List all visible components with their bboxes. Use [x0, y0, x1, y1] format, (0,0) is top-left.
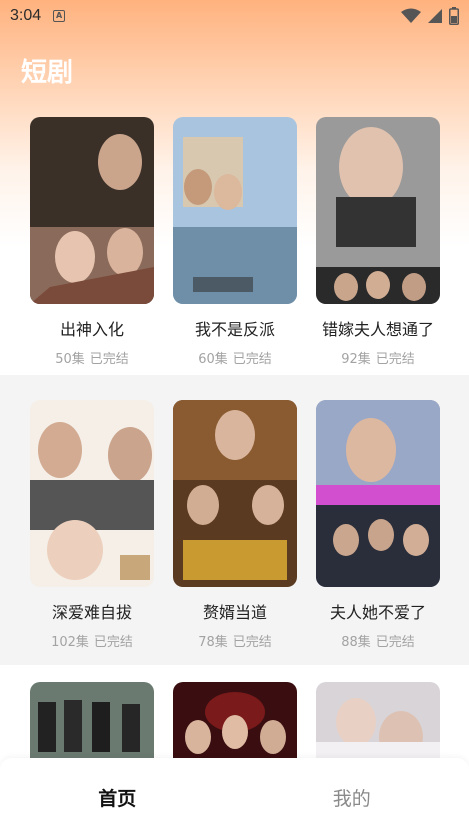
wifi-icon [401, 8, 421, 23]
drama-poster[interactable] [316, 400, 440, 587]
drama-card[interactable]: 错嫁夫人想通了 92集 已完结 [316, 117, 440, 367]
drama-meta: 88集 已完结 [316, 631, 440, 650]
battery-icon [449, 7, 459, 25]
drama-title: 我不是反派 [194, 320, 275, 339]
nav-tab-home[interactable]: 首页 [0, 758, 235, 833]
drama-poster[interactable] [173, 400, 297, 587]
completion-status: 已完结 [93, 635, 133, 650]
episode-count: 60集 [198, 352, 228, 367]
completion-status: 已完结 [375, 635, 415, 650]
episode-count: 78集 [198, 635, 228, 650]
drama-meta: 92集 已完结 [316, 348, 440, 367]
nav-tab-mine[interactable]: 我的 [235, 758, 469, 833]
drama-row-2: 深爱难自拔 102集 已完结 赘婿当道 78集 已完结 夫人她不爱了 88集 已… [0, 375, 469, 665]
drama-card[interactable]: 深爱难自拔 102集 已完结 [30, 400, 154, 650]
drama-poster[interactable] [173, 117, 297, 304]
completion-status: 已完结 [375, 352, 415, 367]
notification-a-icon: A [53, 10, 66, 22]
episode-count: 50集 [55, 352, 85, 367]
drama-card[interactable]: 出神入化 50集 已完结 [30, 117, 154, 367]
completion-status: 已完结 [232, 352, 272, 367]
drama-title: 夫人她不爱了 [329, 603, 426, 622]
drama-card[interactable]: 我不是反派 60集 已完结 [173, 117, 297, 367]
episode-count: 102集 [51, 635, 89, 650]
drama-poster[interactable] [30, 117, 154, 304]
completion-status: 已完结 [232, 635, 272, 650]
drama-title: 出神入化 [59, 320, 124, 339]
drama-row-1: 出神入化 50集 已完结 我不是反派 60集 已完结 错嫁夫人想通了 92集 已… [0, 100, 469, 375]
episode-count: 88集 [341, 635, 371, 650]
drama-card[interactable]: 赘婿当道 78集 已完结 [173, 400, 297, 650]
drama-title: 深爱难自拔 [51, 603, 132, 622]
drama-poster[interactable] [30, 400, 154, 587]
episode-count: 92集 [341, 352, 371, 367]
status-icons [401, 7, 459, 25]
drama-meta: 102集 已完结 [30, 631, 154, 650]
drama-meta: 50集 已完结 [30, 348, 154, 367]
drama-title: 错嫁夫人想通了 [321, 320, 434, 339]
completion-status: 已完结 [89, 352, 129, 367]
drama-meta: 78集 已完结 [173, 631, 297, 650]
drama-card[interactable]: 夫人她不爱了 88集 已完结 [316, 400, 440, 650]
status-time: 3:04 [10, 7, 42, 24]
status-bar: 3:04 A [0, 0, 469, 32]
drama-poster[interactable] [316, 117, 440, 304]
drama-title: 赘婿当道 [202, 603, 267, 622]
bottom-navigation: 首页 我的 [0, 758, 469, 833]
cell-signal-icon [428, 9, 442, 23]
drama-meta: 60集 已完结 [173, 348, 297, 367]
page-title: 短剧 [21, 58, 74, 88]
